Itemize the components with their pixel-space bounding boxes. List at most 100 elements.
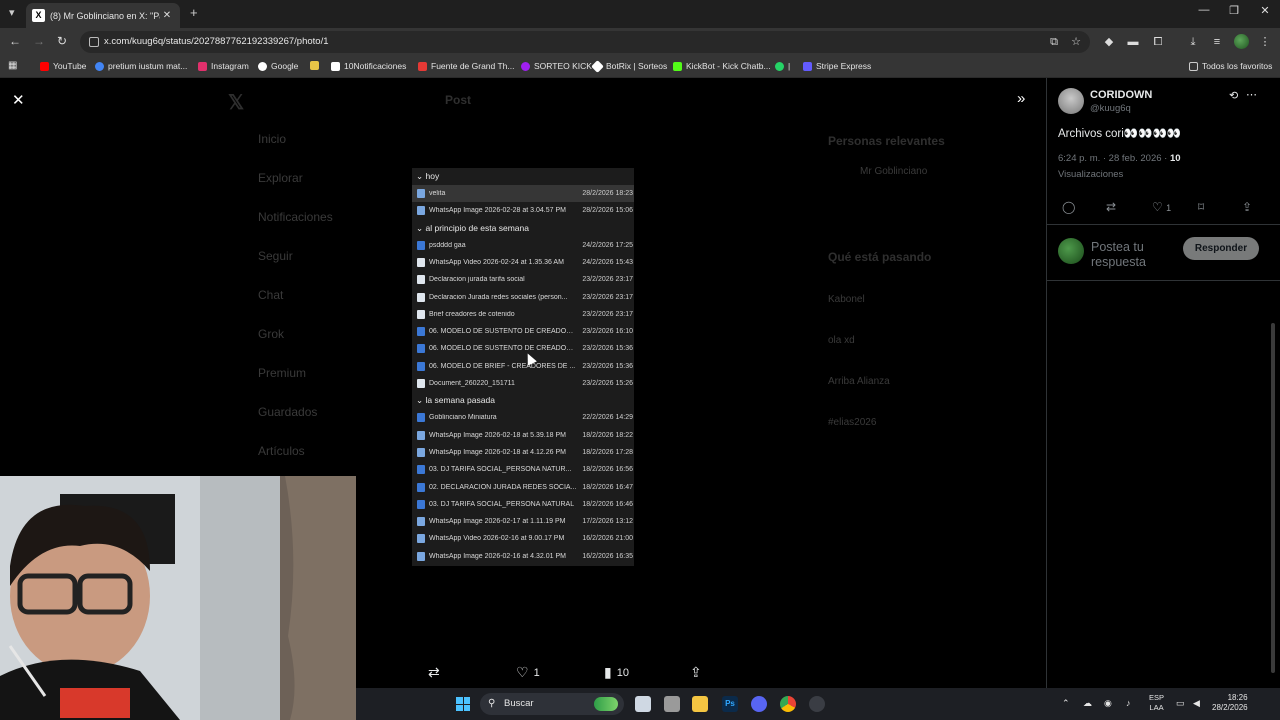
file-row[interactable]: 06. MODELO DE BRIEF - CREADORES DE ... 23… [412,358,634,375]
minimize-icon[interactable]: — [1189,4,1219,16]
file-row[interactable]: WhatsApp Image 2026-02-18 at 4.12.26 PM 1… [412,444,634,461]
bookmark-notifications[interactable]: 10Notificaciones [331,61,406,71]
bookmark-icon[interactable]: ⌑ [1198,200,1204,214]
file-row[interactable]: Declaracion Jurada redes sociales (perso… [412,289,634,306]
taskbar-search[interactable]: ⚲ Buscar [480,693,624,715]
bookmark-pinwheel[interactable] [310,61,323,70]
bookmark-google[interactable]: Google [258,61,298,71]
file-explorer-icon[interactable] [692,696,708,712]
author-name[interactable]: CORIDOWN [1090,89,1152,101]
tab-menu-icon[interactable]: ≡ [1210,35,1224,49]
photoshop-icon[interactable]: Ps [722,696,738,712]
bookmark-star-icon[interactable]: ☆ [1069,35,1083,49]
reply-icon[interactable]: ◯ [1062,200,1075,214]
reply-input[interactable]: Postea tu respuesta [1091,240,1177,270]
bookmark-whatsapp[interactable]: | [775,61,790,71]
chrome-menu-icon[interactable]: ⋮ [1258,35,1272,49]
file-row[interactable]: WhatsApp Video 2026-02-24 at 1.35.36 AM 2… [412,254,634,271]
taskbar-clock[interactable]: 18:26 28/2/2026 [1212,693,1248,713]
discord-icon[interactable] [751,696,767,712]
more-options-icon[interactable]: ⋯ [1246,88,1257,101]
bookmark-stripe[interactable]: Stripe Express [803,61,871,71]
x-favicon-icon: X [32,9,45,22]
close-viewer-icon[interactable]: ✕ [12,91,25,109]
photo-like-button[interactable]: ♡ 1 [516,664,540,681]
file-row[interactable]: WhatsApp Video 2026-02-16 at 9.00.17 PM 1… [412,530,634,547]
scrollbar[interactable] [1271,323,1275,673]
cloud-icon[interactable]: ☁ [1083,698,1092,709]
bookmark-kickbot[interactable]: KickBot - Kick Chatb... [673,61,771,71]
file-row[interactable]: Document_260220_151711 23/2/2026 15:26 [412,375,634,392]
file-row[interactable]: 02. DECLARACION JURADA REDES SOCIA... 18/… [412,479,634,496]
file-row[interactable]: WhatsApp Image 2026-02-16 at 4.32.01 PM 1… [412,548,634,565]
retweet-icon: ⇄ [428,664,440,680]
file-row[interactable]: velita 28/2/2026 18:23 [412,185,634,202]
file-row[interactable]: psdddd gaa 24/2/2026 17:25 [412,237,634,254]
tray-overflow-icon[interactable]: ⌃ [1062,698,1070,709]
apps-icon[interactable]: ▦ [8,60,17,71]
bookmark-sorteo-kick[interactable]: SORTEO KICK [521,61,592,71]
site-info-icon[interactable] [89,37,99,47]
file-group-header[interactable]: ⌄ la semana pasada [416,395,495,406]
address-bar[interactable]: x.com/kuug6q/status/2027887762192339267/… [80,31,1090,53]
profile-avatar[interactable] [1234,34,1249,49]
file-row[interactable]: WhatsApp Image 2026-02-28 at 3.04.57 PM 2… [412,202,634,219]
window-close-icon[interactable]: ✕ [1250,4,1280,17]
post-views-label: Visualizaciones [1058,169,1124,180]
bookmark-fuente[interactable]: Fuente de Grand Th... [418,61,514,71]
grok-icon[interactable]: ⟲ [1229,89,1238,102]
new-tab-icon[interactable]: + [190,5,198,20]
browser-tab[interactable]: X (8) Mr Goblinciano en X: "Para c ✕ [26,3,180,28]
tab-bar: ▾ X (8) Mr Goblinciano en X: "Para c ✕ +… [0,0,1280,28]
file-row[interactable]: 06. MODELO DE SUSTENTO DE CREADOR... 23/2… [412,323,634,340]
webcam-image [0,476,356,720]
tab-close-icon[interactable]: ✕ [160,10,174,21]
file-row[interactable]: 03. DJ TARIFA SOCIAL_PERSONA NATUR... 18/… [412,461,634,478]
extension-icon[interactable]: ◆ [1102,35,1116,49]
tab-search-icon[interactable]: ▾ [9,6,15,19]
install-app-icon[interactable]: ⧉ [1047,35,1061,49]
file-row[interactable]: 03. DJ TARIFA SOCIAL_PERSONA NATURAL 18/2… [412,496,634,513]
app-icon[interactable] [809,696,825,712]
all-bookmarks[interactable]: Todos los favoritos [1189,61,1272,71]
forward-icon[interactable]: → [29,34,49,48]
bookmark-youtube[interactable]: YouTube [40,61,86,71]
windows-start-icon[interactable] [456,697,470,711]
bookmark-botrix[interactable]: BotRix | Sorteos [591,59,667,73]
file-row[interactable]: Declaracion jurada tarifa social 23/2/202… [412,271,634,288]
security-icon[interactable]: ◉ [1104,698,1112,709]
author-avatar[interactable] [1058,88,1084,114]
reply-button[interactable]: Responder [1183,237,1259,260]
restore-icon[interactable]: ❐ [1219,4,1249,17]
author-handle[interactable]: @kuug6q [1090,103,1131,114]
volume-icon[interactable]: ◀ [1193,698,1200,709]
repost-icon[interactable]: ⇄ [1106,200,1116,214]
retweet-button[interactable]: ⇄ [428,664,445,681]
chrome-icon[interactable] [780,696,796,712]
file-row[interactable]: WhatsApp Image 2026-02-17 at 1.11.19 PM 1… [412,513,634,530]
photo-views-button[interactable]: ▮ 10 [604,664,629,681]
reload-icon[interactable]: ↻ [52,34,72,48]
collapse-panel-icon[interactable]: » [1017,90,1025,107]
file-group-header[interactable]: ⌄ al principio de esta semana [416,223,529,234]
microphone-icon[interactable]: ♪ [1126,698,1131,708]
language-indicator[interactable]: ESP LAA [1149,693,1164,713]
like-button[interactable]: ♡ 1 [1152,200,1171,214]
downloads-icon[interactable]: ⤓ [1186,35,1200,49]
photo-share-button[interactable]: ⇪ [690,664,707,681]
document-icon [417,275,425,285]
file-row[interactable]: Brief creadores de cotenido 23/2/2026 23:… [412,306,634,323]
bookmark-pretium[interactable]: pretium iustum mat... [95,61,187,71]
file-group-header[interactable]: ⌄ hoy [416,171,439,182]
share-icon[interactable]: ⇪ [1242,200,1252,214]
app-icon[interactable] [664,696,680,712]
post-text: Archivos cori👀👀👀👀 [1058,128,1182,140]
file-row[interactable]: WhatsApp Image 2026-02-18 at 5.39.18 PM 1… [412,427,634,444]
file-row[interactable]: Goblinciano Miniatura 22/2/2026 14:29 [412,409,634,426]
bookmark-instagram[interactable]: Instagram [198,61,249,71]
extensions-puzzle-icon[interactable]: ⧠ [1151,35,1165,49]
network-icon[interactable]: ▭ [1176,698,1185,709]
extension-2-icon[interactable]: ▬ [1126,35,1140,49]
back-icon[interactable]: ← [5,34,25,48]
task-view-icon[interactable] [635,696,651,712]
